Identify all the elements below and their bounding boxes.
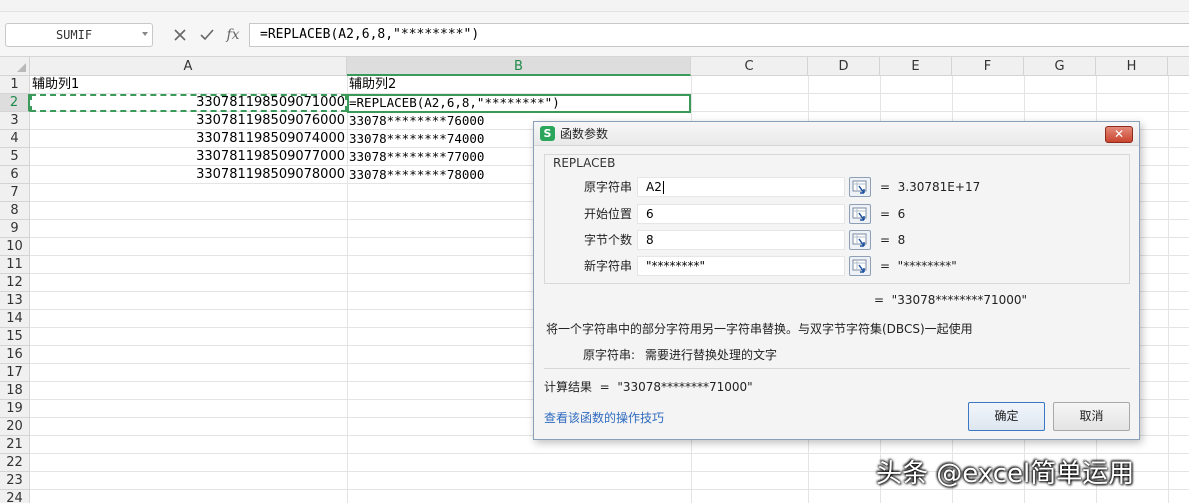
cell-b2[interactable]: =REPLACEB(A2,6,8,"********") [347, 94, 691, 112]
column-header-overflow [1168, 57, 1189, 76]
name-box-value: SUMIF [55, 28, 93, 42]
top-toolbar-strip [0, 0, 1189, 12]
select-all-triangle-icon [17, 63, 26, 72]
function-name: REPLACEB [553, 156, 616, 170]
wps-app-icon: S [540, 126, 555, 141]
row-header-9[interactable]: 9 [0, 220, 30, 238]
function-help-link[interactable]: 查看该函数的操作技巧 [544, 409, 664, 426]
range-select-icon [852, 259, 867, 273]
row-header-17[interactable]: 17 [0, 364, 30, 382]
calc-result: 计算结果 = "33078********71000" [544, 380, 753, 394]
range-select-button-new-text[interactable] [849, 256, 871, 276]
cell-a6[interactable]: 330781198509078000 [30, 166, 347, 184]
param-help-text: 需要进行替换处理的文字 [645, 348, 778, 362]
ok-button[interactable]: 确定 [968, 402, 1045, 431]
row-header-7[interactable]: 7 [0, 184, 30, 202]
cell-a1[interactable]: 辅助列1 [30, 76, 347, 94]
range-select-button-num-bytes[interactable] [849, 230, 871, 250]
arguments-group: REPLACEB 原字符串 A2 = 3.30781E+17 开始位置 6 = … [544, 154, 1130, 284]
cancel-button[interactable]: 取消 [1053, 402, 1130, 431]
row-header-1[interactable]: 1 [0, 76, 30, 94]
row-header-24[interactable]: 24 [0, 490, 30, 503]
arg-input-start-num[interactable]: 6 [637, 204, 845, 224]
cell-b1[interactable]: 辅助列2 [347, 76, 691, 94]
row-header-12[interactable]: 12 [0, 274, 30, 292]
chevron-down-icon[interactable] [142, 32, 148, 36]
row-header-6[interactable]: 6 [0, 166, 30, 184]
cell-a2[interactable]: 330781198509071000 [30, 94, 347, 112]
gridline [1168, 76, 1169, 503]
arg-result-start-num: = 6 [880, 207, 906, 221]
formula-input[interactable]: =REPLACEB(A2,6,8,"********") [249, 23, 1189, 47]
range-select-button-start-num[interactable] [849, 204, 871, 224]
column-header-g[interactable]: G [1024, 57, 1096, 76]
column-header-e[interactable]: E [880, 57, 952, 76]
row-header-4[interactable]: 4 [0, 130, 30, 148]
row-header-23[interactable]: 23 [0, 472, 30, 490]
range-select-icon [852, 207, 867, 221]
formula-bar: SUMIF fx =REPLACEB(A2,6,8,"********") [0, 12, 1189, 57]
formula-input-value: =REPLACEB(A2,6,8,"********") [260, 27, 480, 42]
fx-icon[interactable]: fx [222, 22, 244, 48]
arg-input-old-text[interactable]: A2 [637, 177, 845, 197]
arg-input-old-text-value: A2 [646, 180, 662, 194]
row-header-20[interactable]: 20 [0, 418, 30, 436]
row-header-10[interactable]: 10 [0, 238, 30, 256]
cell-a3[interactable]: 330781198509076000 [30, 112, 347, 130]
function-description: 将一个字符串中的部分字符用另一字符串替换。与双字节字符集(DBCS)一起使用 [546, 322, 973, 336]
row-header-5[interactable]: 5 [0, 148, 30, 166]
column-header-c[interactable]: C [691, 57, 808, 76]
arg-input-num-bytes[interactable]: 8 [637, 230, 845, 250]
row-header-19[interactable]: 19 [0, 400, 30, 418]
column-header-a[interactable]: A [30, 57, 347, 76]
cell-a4[interactable]: 330781198509074000 [30, 130, 347, 148]
x-icon[interactable] [169, 22, 191, 48]
select-all-corner[interactable] [0, 57, 30, 76]
column-header-f[interactable]: F [952, 57, 1024, 76]
column-header-d[interactable]: D [808, 57, 880, 76]
range-select-icon [852, 233, 867, 247]
close-icon[interactable]: ✕ [1105, 126, 1133, 143]
param-help-label: 原字符串: [583, 348, 636, 362]
check-icon[interactable] [196, 22, 218, 48]
row-header-22[interactable]: 22 [0, 454, 30, 472]
row-header-15[interactable]: 15 [0, 328, 30, 346]
arg-result-new-text: = "********" [880, 259, 957, 273]
cell-a5[interactable]: 330781198509077000 [30, 148, 347, 166]
watermark: 头条 @excel简单运用 [876, 459, 1135, 489]
row-header-13[interactable]: 13 [0, 292, 30, 310]
dialog-separator [544, 368, 1130, 369]
row-header-2[interactable]: 2 [0, 94, 30, 112]
arg-input-new-text[interactable]: "********" [637, 256, 845, 276]
arg-result-old-text: = 3.30781E+17 [880, 180, 981, 194]
row-header-14[interactable]: 14 [0, 310, 30, 328]
function-arguments-dialog: S 函数参数 ✕ REPLACEB 原字符串 A2 = 3.30781E+17 … [533, 121, 1140, 440]
name-box[interactable]: SUMIF [5, 23, 153, 47]
fx-label: fx [226, 27, 240, 43]
column-header-h[interactable]: H [1096, 57, 1168, 76]
row-header-3[interactable]: 3 [0, 112, 30, 130]
formula-result-preview: = "33078********71000" [874, 293, 1028, 307]
row-header-16[interactable]: 16 [0, 346, 30, 364]
row-header-8[interactable]: 8 [0, 202, 30, 220]
column-header-b[interactable]: B [347, 57, 691, 76]
text-caret [662, 181, 664, 194]
row-header-11[interactable]: 11 [0, 256, 30, 274]
row-header-21[interactable]: 21 [0, 436, 30, 454]
dialog-title: 函数参数 [560, 127, 609, 141]
range-select-button-old-text[interactable] [849, 177, 871, 197]
row-header-18[interactable]: 18 [0, 382, 30, 400]
dialog-title-bar[interactable]: S 函数参数 ✕ [534, 122, 1139, 146]
arg-result-num-bytes: = 8 [880, 233, 906, 247]
range-select-icon [852, 180, 867, 194]
